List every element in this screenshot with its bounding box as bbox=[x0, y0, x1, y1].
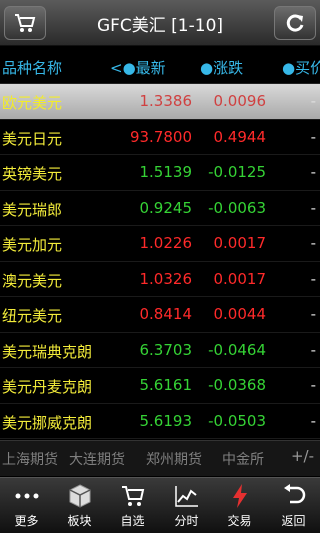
row-price: 5.6193 bbox=[139, 411, 193, 430]
row-price: 1.3386 bbox=[139, 92, 193, 110]
table-row[interactable]: 美元瑞典克朗 6.3703 -0.0464 - bbox=[0, 333, 320, 368]
table-row[interactable]: 美元日元 93.7800 0.4944 - bbox=[0, 120, 320, 155]
row-name: 纽元美元 bbox=[2, 307, 63, 325]
exchange-tabs: 上海期货 大连期货 郑州期货 中金所 +/- bbox=[0, 440, 320, 476]
row-change: -0.0063 bbox=[208, 198, 266, 217]
row-name: 美元挪威克朗 bbox=[2, 413, 93, 432]
intraday-label: 分时 bbox=[174, 514, 199, 528]
row-bid: - bbox=[310, 305, 316, 323]
row-price: 6.3703 bbox=[139, 340, 193, 359]
row-change: 0.0017 bbox=[213, 269, 267, 288]
row-price: 0.8414 bbox=[139, 305, 193, 323]
row-bid: - bbox=[310, 269, 316, 288]
watchlist-label: 自选 bbox=[120, 514, 145, 528]
row-change: -0.0464 bbox=[208, 340, 266, 359]
tab-zhengzhou-futures[interactable]: 郑州期货 bbox=[146, 449, 202, 469]
row-change: 0.0096 bbox=[213, 92, 267, 110]
col-name-header[interactable]: 品种名称 bbox=[2, 57, 62, 78]
cart-icon bbox=[121, 486, 144, 506]
row-name: 美元加元 bbox=[2, 236, 63, 254]
back-label: 返回 bbox=[281, 514, 306, 528]
row-name: 美元瑞郎 bbox=[2, 200, 63, 219]
title-bar: GFC美汇 [1-10] bbox=[0, 0, 320, 46]
watchlist-button[interactable]: 自选 bbox=[106, 478, 159, 533]
quote-list: 欧元美元 1.3386 0.0096 - 美元日元 93.7800 0.4944… bbox=[0, 84, 320, 439]
tab-dalian-futures[interactable]: 大连期货 bbox=[69, 449, 125, 469]
table-row[interactable]: 美元加元 1.0226 0.0017 - bbox=[0, 226, 320, 262]
row-change: 0.0017 bbox=[213, 234, 267, 252]
row-name: 美元丹麦克朗 bbox=[2, 378, 93, 396]
row-change: -0.0368 bbox=[208, 376, 266, 394]
row-bid: - bbox=[310, 127, 316, 146]
refresh-button[interactable] bbox=[274, 6, 316, 40]
tab-cffex[interactable]: 中金所 bbox=[222, 449, 264, 469]
row-change: -0.0503 bbox=[208, 411, 266, 430]
col-price-header[interactable]: <●最新 bbox=[110, 57, 166, 78]
page-title: GFC美汇 [1-10] bbox=[96, 15, 224, 36]
row-bid: - bbox=[310, 198, 316, 217]
table-row[interactable]: 纽元美元 0.8414 0.0044 - bbox=[0, 297, 320, 333]
row-price: 1.0326 bbox=[139, 269, 193, 288]
bottom-toolbar: 更多 板块 自选 分时 交易 返回 bbox=[0, 477, 320, 533]
table-row[interactable]: 美元丹麦克朗 5.6161 -0.0368 - bbox=[0, 368, 320, 404]
cube-icon bbox=[69, 484, 90, 508]
cart-button[interactable] bbox=[4, 6, 46, 40]
row-price: 1.5139 bbox=[139, 163, 193, 181]
row-price: 0.9245 bbox=[139, 198, 193, 217]
row-name: 欧元美元 bbox=[2, 94, 63, 112]
row-name: 英镑美元 bbox=[2, 165, 63, 183]
col-bid-header[interactable]: ●买价 bbox=[282, 57, 320, 78]
row-price: 5.6161 bbox=[139, 376, 193, 394]
row-change: -0.0125 bbox=[208, 163, 266, 181]
row-price: 1.0226 bbox=[139, 234, 193, 252]
tab-shanghai-futures[interactable]: 上海期货 bbox=[2, 449, 58, 469]
table-row[interactable]: 美元挪威克朗 5.6193 -0.0503 - bbox=[0, 404, 320, 439]
more-icon bbox=[15, 493, 38, 499]
refresh-icon bbox=[286, 14, 304, 32]
back-icon bbox=[283, 484, 305, 504]
table-row[interactable]: 欧元美元 1.3386 0.0096 - bbox=[0, 84, 320, 120]
sector-button[interactable]: 板块 bbox=[53, 478, 106, 533]
lightning-icon bbox=[232, 484, 247, 508]
row-change: 0.0044 bbox=[213, 305, 267, 323]
table-row[interactable]: 澳元美元 1.0326 0.0017 - bbox=[0, 262, 320, 297]
intraday-button[interactable]: 分时 bbox=[160, 478, 213, 533]
row-bid: - bbox=[310, 234, 316, 252]
cart-icon bbox=[15, 14, 36, 32]
row-bid: - bbox=[310, 411, 316, 430]
exchange-toggle-button[interactable]: +/- bbox=[291, 447, 314, 465]
back-button[interactable]: 返回 bbox=[267, 478, 320, 533]
row-bid: - bbox=[310, 340, 316, 359]
row-name: 美元瑞典克朗 bbox=[2, 342, 93, 361]
line-chart-icon bbox=[174, 486, 198, 507]
col-change-header[interactable]: ●涨跌 bbox=[200, 57, 243, 78]
row-name: 美元日元 bbox=[2, 129, 63, 148]
column-header: 品种名称 <●最新 ●涨跌 ●买价 bbox=[0, 48, 320, 84]
table-row[interactable]: 英镑美元 1.5139 -0.0125 - bbox=[0, 155, 320, 191]
trade-label: 交易 bbox=[227, 514, 252, 528]
more-button[interactable]: 更多 bbox=[0, 478, 53, 533]
table-row[interactable]: 美元瑞郎 0.9245 -0.0063 - bbox=[0, 191, 320, 226]
row-change: 0.4944 bbox=[213, 127, 267, 146]
sector-label: 板块 bbox=[67, 514, 92, 528]
row-price: 93.7800 bbox=[129, 127, 192, 146]
trade-button[interactable]: 交易 bbox=[213, 478, 266, 533]
row-bid: - bbox=[310, 376, 316, 394]
more-label: 更多 bbox=[14, 514, 39, 528]
row-name: 澳元美元 bbox=[2, 271, 63, 290]
row-bid: - bbox=[310, 163, 316, 181]
row-bid: - bbox=[310, 92, 316, 110]
